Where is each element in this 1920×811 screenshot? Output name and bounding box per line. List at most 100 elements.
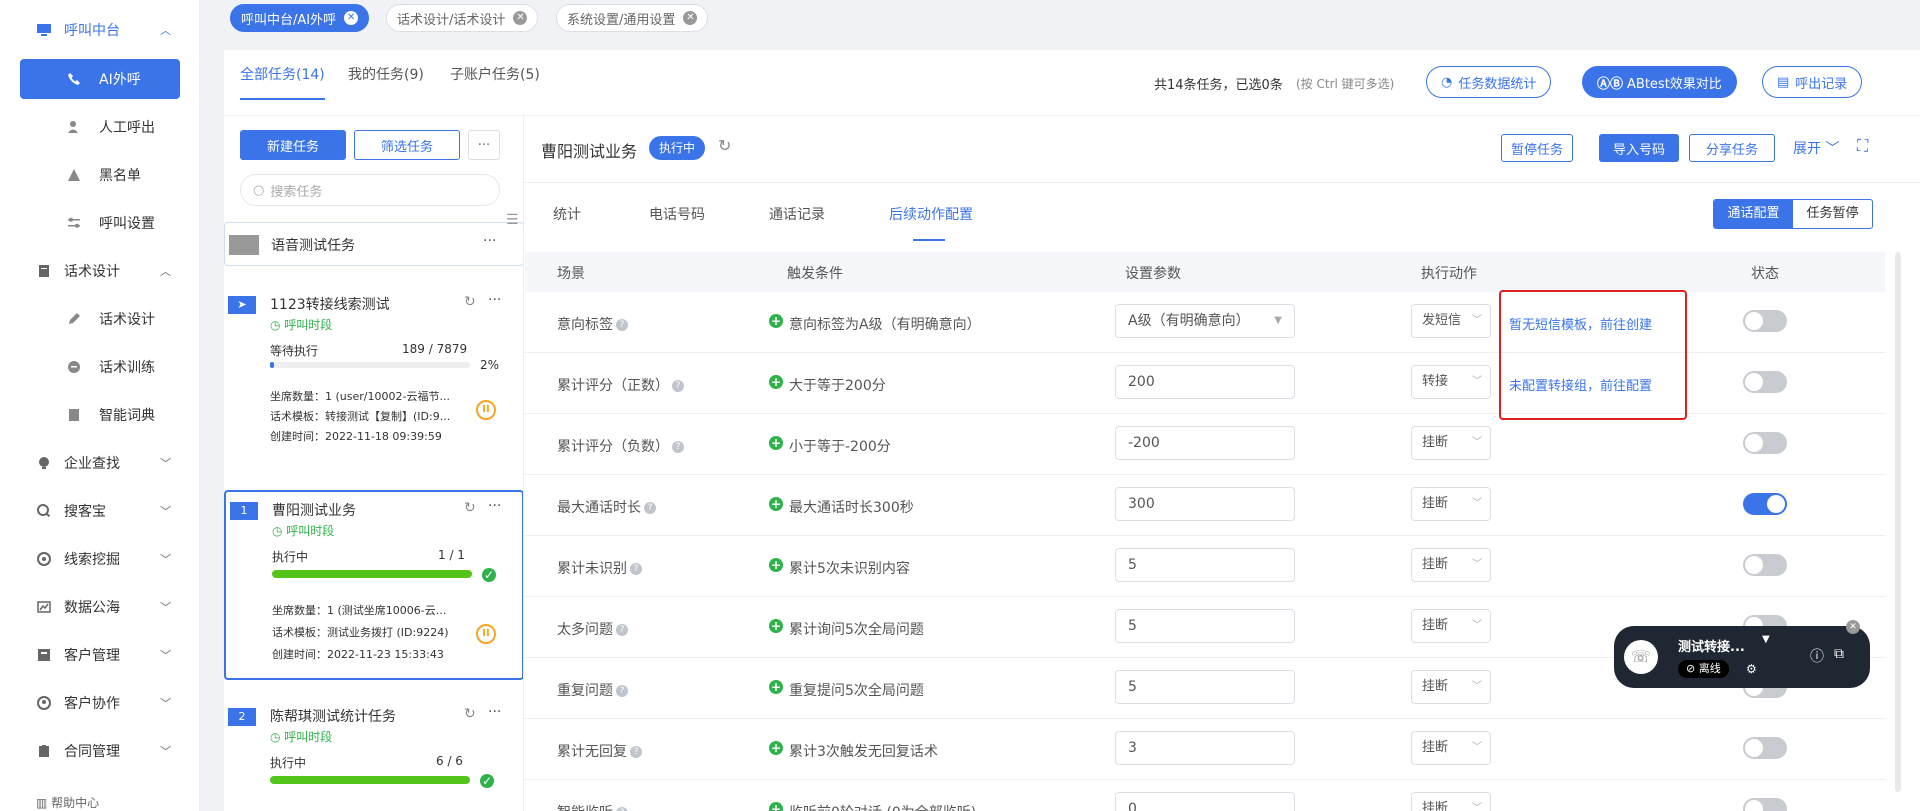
action-select[interactable]: 挂断 ﹀ xyxy=(1411,609,1491,643)
nav-group-script-design[interactable]: 话术设计 ︿ xyxy=(0,251,200,291)
nav-item-script-design[interactable]: 话术设计 xyxy=(0,299,200,339)
close-icon[interactable]: ✕ xyxy=(1846,620,1860,634)
task-stats-button[interactable]: ◔ 任务数据统计 xyxy=(1426,66,1552,98)
tab-script-design[interactable]: 话术设计/话术设计 ✕ xyxy=(386,4,539,32)
task-group-header[interactable]: 语音测试任务 ··· xyxy=(224,222,523,266)
nav-group-call-center[interactable]: 呼叫中台 ︿ xyxy=(0,10,200,50)
close-icon[interactable]: ✕ xyxy=(513,11,528,25)
status-toggle[interactable] xyxy=(1743,798,1787,811)
more-icon[interactable]: ··· xyxy=(488,292,501,308)
tab-call-records[interactable]: 通话记录 xyxy=(769,204,825,224)
help-icon[interactable]: ? xyxy=(630,563,642,575)
nav-item-ai-call[interactable]: AI外呼 xyxy=(20,59,180,99)
task-card[interactable]: ➤ 1123转接线索测试 ↻ ··· ◷ 呼叫时段 等待执行 189 / 787… xyxy=(224,286,523,443)
vertical-scrollbar[interactable] xyxy=(1895,252,1901,792)
pause-icon[interactable]: II xyxy=(476,400,496,420)
nav-group-lead-mining[interactable]: 线索挖掘 ﹀ xyxy=(0,539,200,579)
close-icon[interactable]: ✕ xyxy=(683,11,698,25)
status-toggle[interactable] xyxy=(1743,737,1787,759)
tab-follow-up-config[interactable]: 后续动作配置 xyxy=(889,204,973,224)
call-records-button[interactable]: ▤ 呼出记录 xyxy=(1762,66,1863,98)
fullscreen-icon[interactable]: ⛶ xyxy=(1857,136,1868,156)
action-select[interactable]: 发短信 ﹀ xyxy=(1411,304,1491,338)
tab-system-settings[interactable]: 系统设置/通用设置 ✕ xyxy=(556,4,709,32)
status-toggle[interactable] xyxy=(1743,371,1787,393)
param-input[interactable]: 0 xyxy=(1115,792,1295,811)
new-task-button[interactable]: 新建任务 xyxy=(240,130,346,160)
nav-group-enterprise-search[interactable]: 企业查找 ﹀ xyxy=(0,443,200,483)
action-select[interactable]: 挂断 ﹀ xyxy=(1411,548,1491,582)
nav-group-customer-collab[interactable]: 客户协作 ﹀ xyxy=(0,683,200,723)
help-icon[interactable]: ? xyxy=(616,807,628,811)
expand-dropdown[interactable]: 展开 ﹀ xyxy=(1793,138,1839,158)
info-icon[interactable]: ⓘ xyxy=(1810,646,1824,666)
floating-call-widget[interactable]: ☏ 测试转接... ▼ ⊘ 离线 ⚙ ⓘ ⧉ ✕ xyxy=(1614,620,1870,688)
nav-item-manual-call[interactable]: 人工呼出 xyxy=(0,107,200,147)
more-icon[interactable]: ··· xyxy=(488,498,501,514)
nav-group-soukebao[interactable]: 搜客宝 ﹀ xyxy=(0,491,200,531)
param-input[interactable]: 200 xyxy=(1115,365,1295,399)
param-input[interactable]: 300 xyxy=(1115,487,1295,521)
more-icon[interactable]: ··· xyxy=(488,704,501,720)
nav-group-customer-mgmt[interactable]: 客户管理 ﹀ xyxy=(0,635,200,675)
task-card[interactable]: 2 陈帮琪测试统计任务 ↻ ··· ◷ 呼叫时段 执行中 6 / 6 ✓ xyxy=(224,700,523,811)
more-icon[interactable]: ··· xyxy=(483,233,496,249)
settings-icon[interactable]: ⚙ xyxy=(1746,662,1757,676)
tab-phone-numbers[interactable]: 电话号码 xyxy=(649,204,705,224)
help-icon[interactable]: ? xyxy=(630,746,642,758)
status-toggle[interactable] xyxy=(1743,310,1787,332)
segment-task-pause[interactable]: 任务暂停 xyxy=(1793,200,1872,228)
tab-all-tasks[interactable]: 全部任务(14) xyxy=(240,64,325,100)
filter-task-button[interactable]: 筛选任务 xyxy=(354,130,460,160)
status-toggle[interactable] xyxy=(1743,493,1787,515)
dropdown-icon[interactable]: ▼ xyxy=(1762,634,1770,645)
action-select[interactable]: 转接 ﹀ xyxy=(1411,365,1491,399)
task-search-input[interactable]: ○ 搜索任务 xyxy=(240,174,500,206)
pause-task-button[interactable]: 暂停任务 xyxy=(1501,134,1573,162)
collapse-icon[interactable]: ☰ xyxy=(506,212,519,228)
action-select[interactable]: 挂断 ﹀ xyxy=(1411,670,1491,704)
tab-ai-call[interactable]: 呼叫中台/AI外呼 ✕ xyxy=(230,4,370,32)
minimize-icon[interactable]: ⧉ xyxy=(1834,646,1844,662)
status-toggle[interactable] xyxy=(1743,554,1787,576)
tab-my-tasks[interactable]: 我的任务(9) xyxy=(348,64,424,84)
help-icon[interactable]: ? xyxy=(616,685,628,697)
presence-status[interactable]: ⊘ 离线 xyxy=(1678,660,1729,678)
nav-item-call-settings[interactable]: 呼叫设置 xyxy=(0,203,200,243)
action-select[interactable]: 挂断 ﹀ xyxy=(1411,426,1491,460)
param-input[interactable]: A级（有明确意向） ▼ xyxy=(1115,304,1295,338)
close-icon[interactable]: ✕ xyxy=(344,11,359,25)
tab-subaccount-tasks[interactable]: 子账户任务(5) xyxy=(450,64,540,84)
refresh-icon[interactable]: ↻ xyxy=(718,136,731,155)
refresh-icon[interactable]: ↻ xyxy=(464,500,476,516)
param-input[interactable]: 5 xyxy=(1115,609,1295,643)
abtest-compare-button[interactable]: ⒶⒷ ABtest效果对比 xyxy=(1582,66,1737,98)
param-input[interactable]: -200 xyxy=(1115,426,1295,460)
task-card-selected[interactable]: 1 曹阳测试业务 ↻ ··· ◷ 呼叫时段 执行中 1 / 1 ✓ 坐席数量：1… xyxy=(224,490,523,680)
pause-icon[interactable]: II xyxy=(476,624,496,644)
status-toggle[interactable] xyxy=(1743,432,1787,454)
nav-item-blacklist[interactable]: 黑名单 xyxy=(0,155,200,195)
help-icon[interactable]: ? xyxy=(644,502,656,514)
action-select[interactable]: 挂断 ﹀ xyxy=(1411,792,1491,811)
help-icon[interactable]: ? xyxy=(616,319,628,331)
refresh-icon[interactable]: ↻ xyxy=(464,706,476,722)
nav-group-contract-mgmt[interactable]: 合同管理 ﹀ xyxy=(0,731,200,771)
action-select[interactable]: 挂断 ﹀ xyxy=(1411,487,1491,521)
help-icon[interactable]: ? xyxy=(672,380,684,392)
action-select[interactable]: 挂断 ﹀ xyxy=(1411,731,1491,765)
more-options-button[interactable]: ··· xyxy=(468,130,500,160)
help-center-link[interactable]: ▥ 帮助中心 xyxy=(36,794,99,811)
segment-call-config[interactable]: 通话配置 xyxy=(1714,200,1793,228)
nav-group-data-pool[interactable]: 数据公海 ﹀ xyxy=(0,587,200,627)
param-input[interactable]: 5 xyxy=(1115,670,1295,704)
help-icon[interactable]: ? xyxy=(616,624,628,636)
tab-statistics[interactable]: 统计 xyxy=(553,204,581,224)
share-task-button[interactable]: 分享任务 xyxy=(1689,134,1775,162)
help-icon[interactable]: ? xyxy=(672,441,684,453)
nav-item-smart-dictionary[interactable]: 智能词典 xyxy=(0,395,200,435)
refresh-icon[interactable]: ↻ xyxy=(464,294,476,310)
import-numbers-button[interactable]: 导入号码 xyxy=(1599,134,1679,162)
nav-item-script-training[interactable]: 话术训练 xyxy=(0,347,200,387)
param-input[interactable]: 5 xyxy=(1115,548,1295,582)
